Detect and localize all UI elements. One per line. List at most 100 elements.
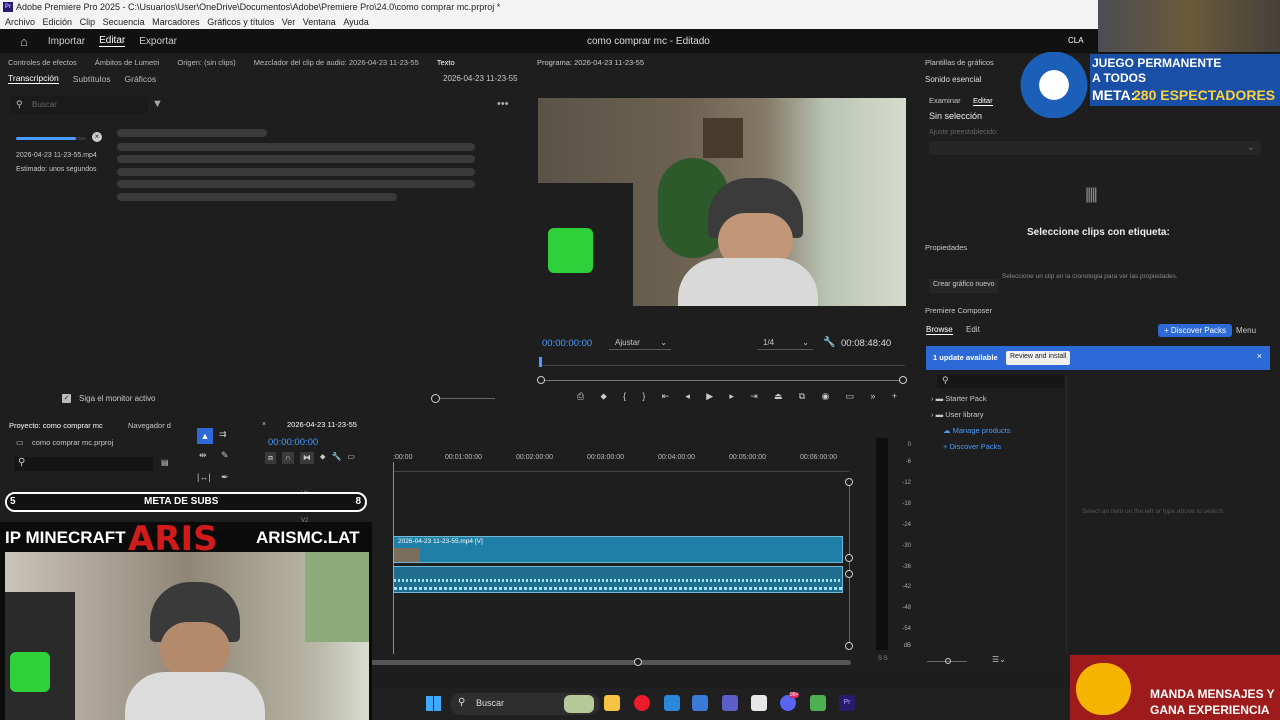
program-timecode[interactable]: 00:00:00:00	[542, 338, 592, 349]
linked-selection-icon[interactable]: ⧓	[299, 452, 314, 464]
discover-packs-button[interactable]: + Discover Packs	[1158, 324, 1233, 337]
go-to-out-icon[interactable]: ⇥	[750, 391, 758, 405]
taskbar-search[interactable]: ⚲ Buscar	[450, 693, 600, 715]
snap-icon[interactable]: ∩	[282, 452, 294, 464]
razor-icon[interactable]: ✎	[221, 450, 229, 461]
project-search-field[interactable]: ⚲	[14, 457, 153, 471]
view-options-icon[interactable]: ☰⌄	[992, 655, 1006, 664]
compare-icon[interactable]: ▭	[846, 391, 855, 405]
close-icon[interactable]: ×	[262, 421, 266, 428]
new-graphic-button[interactable]: Crear gráfico nuevo	[929, 279, 999, 293]
filter-icon[interactable]: ▼	[152, 98, 163, 110]
cancel-icon[interactable]: ×	[92, 132, 102, 142]
zoom-scrollbar[interactable]	[537, 376, 907, 384]
follow-monitor-checkbox[interactable]: ✓	[62, 394, 71, 403]
menu-edicion[interactable]: Edición	[43, 15, 73, 29]
microsoft-store-icon[interactable]	[751, 695, 767, 711]
navigator-tab[interactable]: Navegador d	[128, 421, 171, 430]
export-tab[interactable]: Exportar	[139, 36, 177, 47]
menu-graficos[interactable]: Gráficos y títulos	[207, 15, 274, 29]
captions-icon[interactable]: ▭	[347, 452, 355, 464]
menu-ayuda[interactable]: Ayuda	[343, 15, 368, 29]
add-marker-icon[interactable]: ⬥	[320, 452, 326, 464]
slip-tool-icon[interactable]: |↔|	[197, 472, 211, 482]
go-to-in-icon[interactable]: ⇤	[662, 391, 670, 405]
tab-text[interactable]: Texto	[437, 58, 455, 67]
tab-effect-controls[interactable]: Controles de efectos	[8, 58, 77, 67]
lift-icon[interactable]: ⏏	[774, 391, 783, 405]
mark-in-icon[interactable]: {	[623, 391, 626, 405]
windows-start-icon[interactable]	[426, 696, 441, 711]
add-icon[interactable]: +	[892, 391, 897, 405]
home-icon[interactable]: ⌂	[20, 34, 28, 49]
panel-divider[interactable]	[1066, 374, 1067, 654]
new-bin-icon[interactable]: ▤	[161, 458, 169, 467]
tab-composer-edit[interactable]: Edit	[966, 325, 980, 334]
timeline-timecode[interactable]: 00:00:00:00	[268, 437, 318, 448]
menu-ventana[interactable]: Ventana	[303, 15, 336, 29]
tab-audio-clip-mixer[interactable]: Mezclador del clip de audio: 2026-04-23 …	[254, 58, 419, 67]
premiere-taskbar-icon[interactable]: Pr	[839, 695, 855, 711]
step-back-icon[interactable]: ◂	[685, 391, 690, 405]
menu-marcadores[interactable]: Marcadores	[152, 15, 200, 29]
store-icon[interactable]	[692, 695, 708, 711]
fit-dropdown[interactable]: Ajustar ⌄	[609, 335, 671, 350]
review-install-button[interactable]: Review and install	[1006, 351, 1071, 365]
playhead-marker[interactable]	[539, 357, 542, 367]
sequence-tab[interactable]: 2026-04-23 11-23-55	[287, 420, 357, 429]
timeline-ruler[interactable]: :00:00 00:01:00:00 00:02:00:00 00:03:00:…	[393, 452, 849, 472]
tab-composer-browse[interactable]: Browse	[926, 325, 953, 335]
tree-item-starter-pack[interactable]: › ▬ Starter Pack	[931, 394, 1011, 410]
camera-icon[interactable]: ◉	[822, 391, 830, 405]
more-options-icon[interactable]: •••	[497, 98, 509, 110]
discover-packs-link[interactable]: + Discover Packs	[931, 442, 1011, 458]
solo-buttons[interactable]: S S	[878, 656, 888, 662]
minecraft-icon[interactable]	[810, 695, 826, 711]
edit-tab[interactable]: Editar	[99, 35, 126, 47]
composer-search-field[interactable]: ⚲	[937, 375, 1064, 388]
timeline-horizontal-scrollbar[interactable]	[371, 658, 851, 666]
extract-icon[interactable]: ⧉	[799, 391, 805, 405]
ripple-edit-icon[interactable]: ⇹	[199, 450, 207, 461]
tab-source[interactable]: Origen: (sin clips)	[177, 58, 235, 67]
transcript-search-field[interactable]: ⚲ Buscar	[10, 96, 148, 114]
resolution-dropdown[interactable]: 1/4 ⌄	[757, 335, 813, 350]
video-clip[interactable]: 2026-04-23 11-23-55.mp4 [V]	[393, 536, 843, 563]
tab-lumetri-scopes[interactable]: Ámbitos de Lumetri	[95, 58, 160, 67]
composer-size-slider[interactable]	[927, 658, 967, 664]
more-buttons-icon[interactable]: »	[870, 391, 875, 405]
tab-graphics[interactable]: Gráficos	[125, 74, 157, 84]
tab-edit[interactable]: Editar	[973, 96, 993, 106]
tab-subtitles[interactable]: Subtítulos	[73, 74, 111, 84]
pen-tool-icon[interactable]: ✒	[221, 472, 229, 483]
export-frame-icon[interactable]: ⎙	[577, 391, 584, 405]
teams-icon[interactable]	[722, 695, 738, 711]
composer-menu[interactable]: Menu	[1236, 326, 1256, 335]
wrench-icon[interactable]: 🔧	[823, 337, 835, 348]
menu-clip[interactable]: Clip	[80, 15, 96, 29]
marker-icon[interactable]: ⬥	[600, 391, 606, 405]
import-tab[interactable]: Importar	[48, 36, 85, 47]
wrench-icon[interactable]: 🔧	[331, 452, 341, 464]
audio-clip[interactable]	[393, 566, 843, 593]
manage-products-link[interactable]: ☁ Manage products	[931, 426, 1011, 442]
timeline-vertical-scrollbar[interactable]	[845, 478, 853, 650]
nest-icon[interactable]: ⧈	[265, 452, 277, 464]
tab-browse[interactable]: Examinar	[929, 96, 961, 105]
step-forward-icon[interactable]: ▸	[729, 391, 734, 405]
opera-icon[interactable]	[634, 695, 650, 711]
menu-secuencia[interactable]: Secuencia	[103, 15, 145, 29]
zoom-slider[interactable]	[431, 394, 495, 403]
play-icon[interactable]: ▶	[706, 391, 713, 405]
project-tab[interactable]: Proyecto: como comprar mc	[9, 421, 103, 430]
mark-out-icon[interactable]: }	[642, 391, 645, 405]
file-explorer-icon[interactable]	[604, 695, 620, 711]
close-icon[interactable]: ×	[1257, 351, 1262, 361]
app-icon[interactable]	[664, 695, 680, 711]
track-select-icon[interactable]: ⇉	[219, 429, 227, 440]
menu-archivo[interactable]: Archivo	[5, 15, 35, 29]
tab-transcription[interactable]: Transcripción	[8, 73, 59, 84]
tree-item-user-library[interactable]: › ▬ User library	[931, 410, 1011, 426]
selection-tool-icon[interactable]: ▲	[197, 428, 213, 444]
program-ruler[interactable]	[539, 358, 905, 366]
